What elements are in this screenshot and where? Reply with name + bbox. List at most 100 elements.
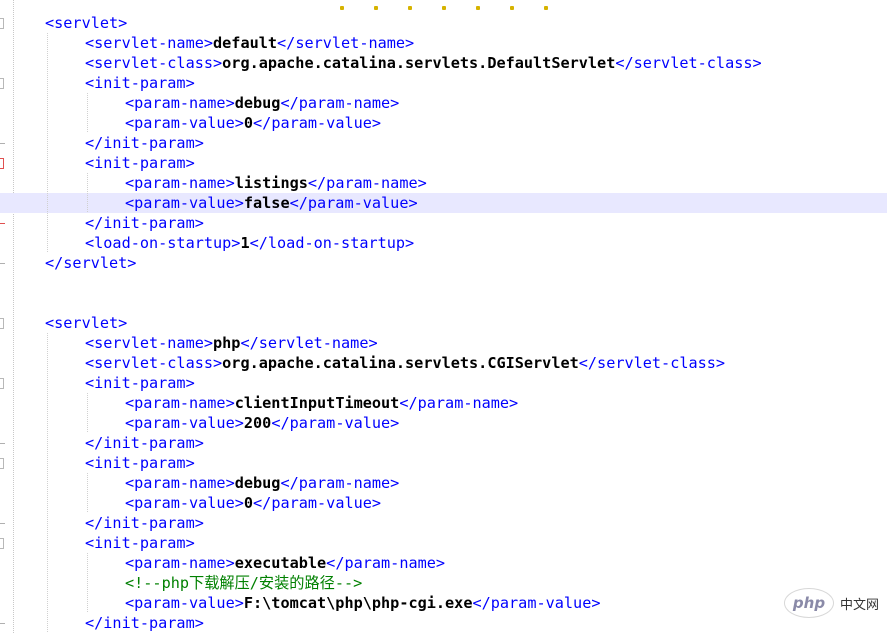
code-text: <param-value>200</param-value> [125,413,399,433]
indent-guide [87,593,88,613]
xml-value: debug [234,94,281,112]
code-text: <param-value>F:\tomcat\php\php-cgi.exe</… [125,593,600,613]
code-text: <servlet-class>org.apache.catalina.servl… [85,353,725,373]
code-line[interactable]: </init-param> [0,433,887,453]
indent-guide [87,553,88,573]
xml-open-tag: <param-value> [125,114,244,132]
code-line[interactable] [0,273,887,293]
xml-open-tag: <param-name> [125,474,235,492]
fold-toggle-icon[interactable] [0,158,4,169]
code-line[interactable]: <param-value>false</param-value> [0,193,887,213]
code-line[interactable]: </init-param> [0,133,887,153]
code-text: <init-param> [85,73,195,93]
code-line[interactable]: <servlet-name>default</servlet-name> [0,33,887,53]
indent-guide [47,513,48,533]
indent-guide [47,173,48,193]
xml-value: 0 [243,494,254,512]
xml-open-tag: <servlet> [45,314,128,332]
code-line[interactable]: <param-name>clientInputTimeout</param-na… [0,393,887,413]
code-line[interactable]: <param-value>0</param-value> [0,113,887,133]
fold-toggle-icon[interactable] [0,78,4,89]
fold-end-marker [0,623,5,624]
xml-open-tag: <servlet-name> [85,334,214,352]
code-line[interactable]: </init-param> [0,613,887,633]
xml-open-tag: <param-value> [125,494,244,512]
code-line[interactable]: <init-param> [0,153,887,173]
xml-value: F:\tomcat\php\php-cgi.exe [243,594,473,612]
xml-open-tag: <param-name> [125,94,235,112]
indent-guide [47,393,48,413]
code-line[interactable]: <servlet> [0,313,887,333]
xml-open-tag: <init-param> [85,374,195,392]
code-line[interactable]: <param-value>0</param-value> [0,493,887,513]
code-line[interactable] [0,0,887,13]
xml-close-tag: </param-value> [472,594,601,612]
xml-close-tag: </param-value> [289,194,418,212]
code-line[interactable]: <servlet-class>org.apache.catalina.servl… [0,53,887,73]
code-text: <param-value>0</param-value> [125,113,381,133]
indent-guide [47,73,48,93]
xml-value: default [213,34,278,52]
indent-guide [47,533,48,553]
code-line[interactable]: <param-value>200</param-value> [0,413,887,433]
fold-toggle-icon[interactable] [0,378,4,389]
xml-close-tag: </servlet-name> [240,334,378,352]
xml-close-tag: </servlet-class> [615,54,762,72]
code-text: <init-param> [85,153,195,173]
indent-guide [87,193,88,213]
xml-comment: <!--php下载解压/安装的路径--> [125,574,363,592]
code-line[interactable]: </init-param> [0,513,887,533]
code-line[interactable]: </servlet> [0,253,887,273]
xml-value: php [213,334,241,352]
xml-close-tag: </param-value> [253,114,382,132]
code-text: <param-name>listings</param-name> [125,173,427,193]
xml-open-tag: <param-value> [125,194,244,212]
xml-open-tag: <servlet-class> [85,354,223,372]
code-line[interactable] [0,293,887,313]
code-line[interactable]: <param-value>F:\tomcat\php\php-cgi.exe</… [0,593,887,613]
code-text: <param-name>debug</param-name> [125,473,399,493]
code-line[interactable]: <servlet-class>org.apache.catalina.servl… [0,353,887,373]
xml-value: 0 [243,114,254,132]
code-line[interactable]: <init-param> [0,453,887,473]
code-line[interactable]: <param-name>executable</param-name> [0,553,887,573]
code-line[interactable]: <param-name>debug</param-name> [0,473,887,493]
indent-guide [47,213,48,233]
indent-guide [87,113,88,133]
code-line[interactable]: <init-param> [0,373,887,393]
xml-open-tag: <init-param> [85,74,195,92]
indent-guide [87,473,88,493]
xml-open-tag: <param-value> [125,414,244,432]
fold-toggle-icon[interactable] [0,458,4,469]
code-line[interactable]: <init-param> [0,533,887,553]
code-line[interactable]: </init-param> [0,213,887,233]
xml-value: false [243,194,290,212]
xml-close-tag: </load-on-startup> [249,234,415,252]
fold-toggle-icon[interactable] [0,318,4,329]
code-line[interactable]: <param-name>listings</param-name> [0,173,887,193]
indent-guide [47,33,48,53]
xml-open-tag: </init-param> [85,514,204,532]
xml-close-tag: </param-name> [399,394,519,412]
indent-guide [87,393,88,413]
indent-guide [47,593,48,613]
code-line[interactable]: <servlet-name>php</servlet-name> [0,333,887,353]
xml-close-tag: </param-name> [280,474,400,492]
xml-value: debug [234,474,281,492]
code-line[interactable]: <servlet> [0,13,887,33]
code-line[interactable]: <param-name>debug</param-name> [0,93,887,113]
xml-open-tag: <param-name> [125,394,235,412]
code-line[interactable]: <load-on-startup>1</load-on-startup> [0,233,887,253]
xml-open-tag: <init-param> [85,454,195,472]
code-text: </init-param> [85,213,204,233]
code-text: <servlet> [45,313,127,333]
fold-toggle-icon[interactable] [0,18,4,29]
code-text: <servlet> [45,13,127,33]
fold-toggle-icon[interactable] [0,538,4,549]
code-text: <servlet-name>default</servlet-name> [85,33,414,53]
indent-guide [47,193,48,213]
code-line[interactable]: <init-param> [0,73,887,93]
fold-end-marker [0,143,5,144]
code-line[interactable]: <!--php下载解压/安装的路径--> [0,573,887,593]
xml-value: org.apache.catalina.servlets.CGIServlet [222,354,579,372]
